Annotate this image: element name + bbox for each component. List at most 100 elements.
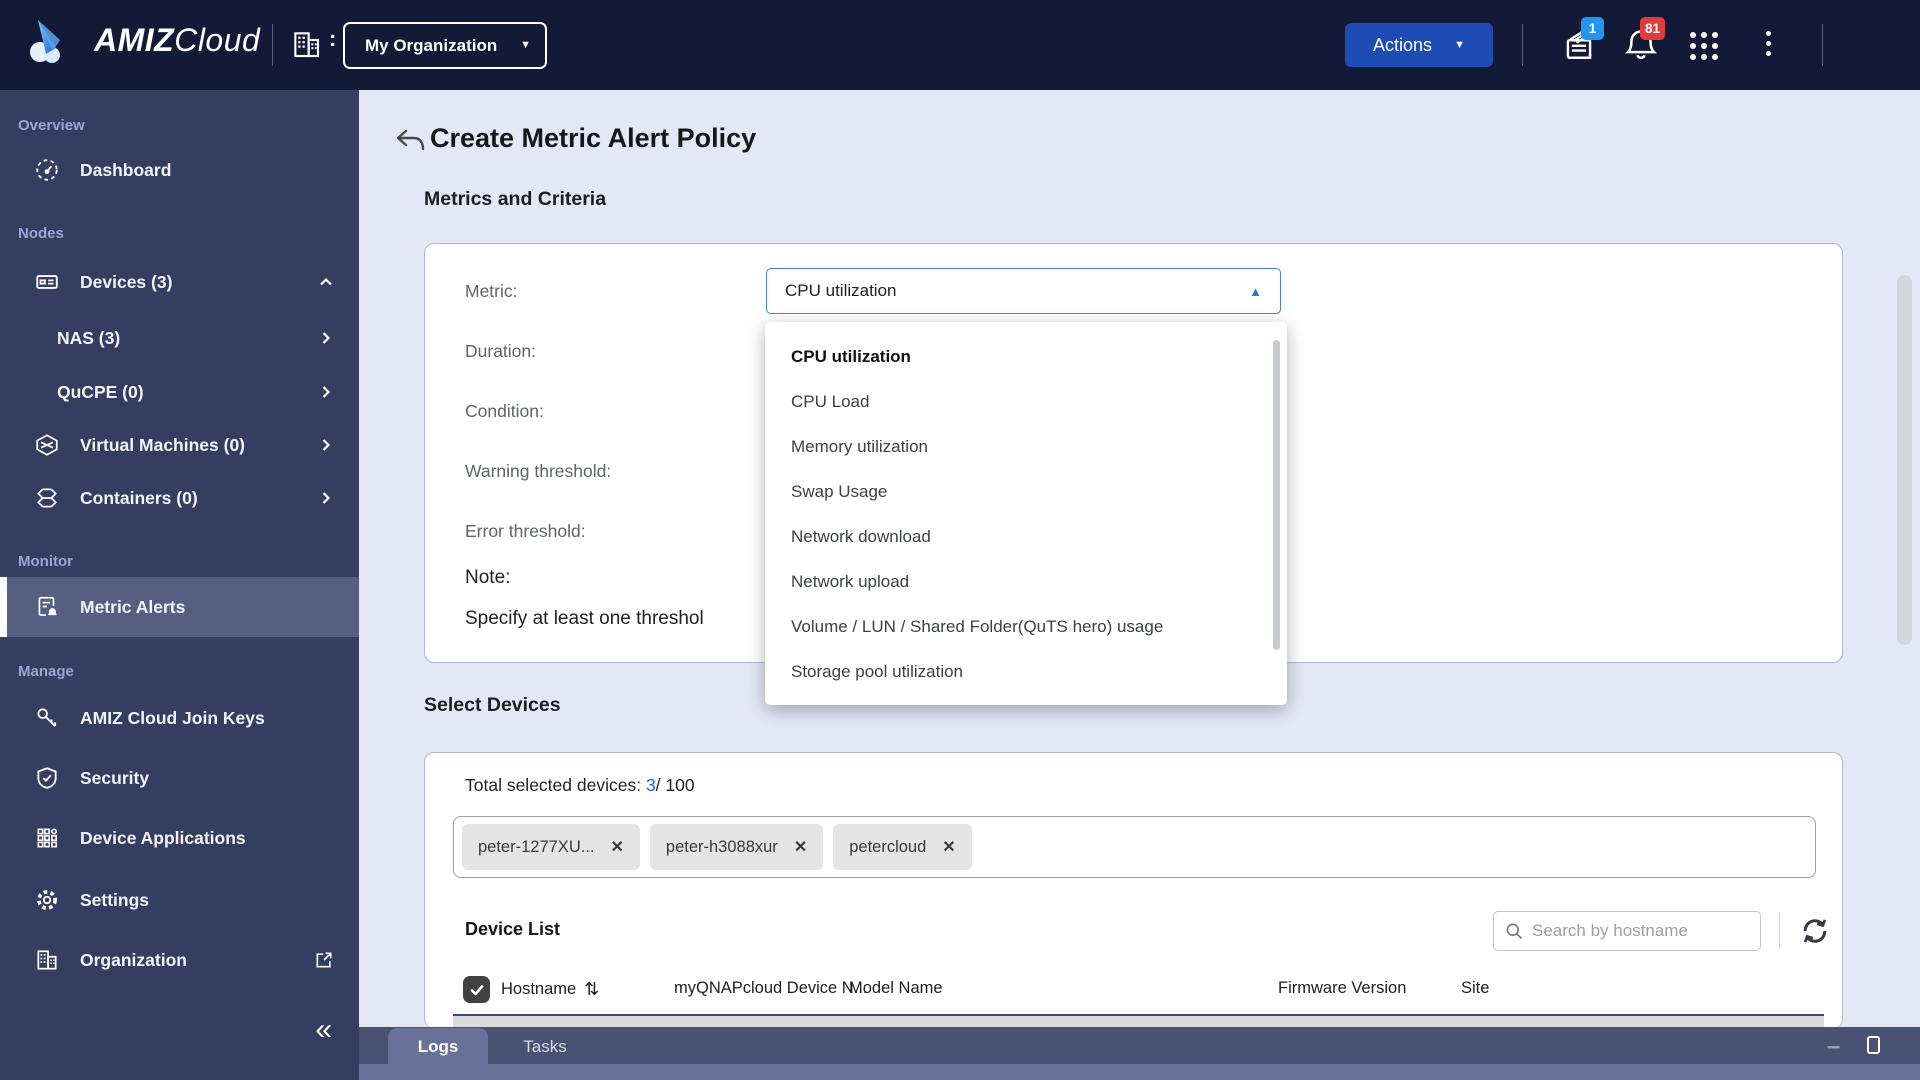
remove-chip-icon[interactable]: ✕ — [610, 837, 623, 857]
sidebar-item-label: Virtual Machines (0) — [80, 435, 245, 456]
tasks-count-badge: 1 — [1581, 17, 1604, 40]
remove-chip-icon[interactable]: ✕ — [794, 837, 807, 857]
actions-button[interactable]: Actions ▼ — [1345, 23, 1493, 67]
sidebar-item-qucpe[interactable]: QuCPE (0) — [0, 369, 359, 415]
maximize-panel-icon[interactable] — [1867, 1036, 1880, 1054]
organization-selector[interactable]: My Organization ▼ — [343, 22, 547, 69]
top-header-bar: AMIZCloud : My Organization ▼ Actions ▼ — [0, 0, 1920, 90]
search-input[interactable] — [1532, 921, 1750, 941]
org-colon: : — [329, 26, 336, 52]
section-label-monitor: Monitor — [18, 553, 73, 570]
sidebar-item-metric-alerts[interactable]: Metric Alerts — [0, 577, 359, 637]
metric-select[interactable]: CPU utilization ▲ — [766, 268, 1281, 314]
column-header-model-name[interactable]: Model Name — [849, 979, 943, 998]
sidebar-item-label: AMIZ Cloud Join Keys — [80, 708, 265, 729]
sidebar-item-label: QuCPE (0) — [57, 382, 144, 403]
note-label: Note: — [465, 567, 510, 589]
virtual-machine-icon — [33, 432, 60, 458]
building-icon — [33, 947, 60, 973]
sidebar-item-label: Security — [80, 768, 149, 789]
chip-label: petercloud — [849, 838, 926, 857]
page-title: Create Metric Alert Policy — [430, 123, 756, 154]
chevron-up-icon: ▲ — [1249, 284, 1262, 299]
dropdown-option-network-download[interactable]: Network download — [765, 514, 1287, 559]
column-header-firmware-version[interactable]: Firmware Version — [1278, 979, 1406, 998]
amiz-cloud-logo[interactable]: AMIZCloud — [26, 14, 260, 66]
column-header-site[interactable]: Site — [1461, 979, 1489, 998]
dropdown-option-network-upload[interactable]: Network upload — [765, 559, 1287, 604]
organization-building-icon — [290, 28, 322, 60]
dropdown-option-cpu-load[interactable]: CPU Load — [765, 379, 1287, 424]
metrics-criteria-heading: Metrics and Criteria — [424, 188, 606, 211]
sidebar-item-security[interactable]: Security — [0, 755, 359, 801]
total-selected-devices: Total selected devices: 3/ 100 — [465, 775, 695, 796]
sidebar-item-label: Dashboard — [80, 160, 171, 181]
chip-label: peter-h3088xur — [666, 838, 778, 857]
gear-icon — [33, 887, 60, 913]
sidebar-item-label: NAS (3) — [57, 328, 120, 349]
sidebar-item-nas[interactable]: NAS (3) — [0, 315, 359, 361]
chevron-right-icon — [318, 330, 334, 346]
tab-tasks[interactable]: Tasks — [509, 1028, 581, 1065]
toolbar-divider — [1779, 913, 1780, 949]
notifications-bell-icon[interactable]: 81 — [1622, 26, 1660, 64]
gauge-icon — [33, 157, 60, 183]
sidebar-collapse-button[interactable]: « — [315, 1015, 332, 1045]
dropdown-scrollbar[interactable] — [1273, 340, 1280, 650]
dropdown-option-swap-usage[interactable]: Swap Usage — [765, 469, 1287, 514]
actions-button-label: Actions — [1373, 35, 1432, 56]
sidebar-item-organization[interactable]: Organization — [0, 937, 359, 983]
back-arrow-icon[interactable] — [395, 128, 425, 154]
table-row-partial — [453, 1016, 1824, 1027]
task-log-icon[interactable]: 1 — [1560, 26, 1598, 64]
section-label-manage: Manage — [18, 663, 74, 680]
containers-icon — [33, 485, 60, 511]
header-divider — [1822, 24, 1823, 66]
minimize-panel-icon[interactable]: – — [1827, 1033, 1840, 1061]
cloud-bird-logo-icon — [26, 14, 84, 66]
section-label-overview: Overview — [18, 117, 85, 134]
dropdown-option-storage-pool[interactable]: Storage pool utilization — [765, 649, 1287, 694]
sidebar-item-virtual-machines[interactable]: Virtual Machines (0) — [0, 422, 359, 468]
page-scrollbar[interactable] — [1897, 275, 1912, 645]
sidebar-item-dashboard[interactable]: Dashboard — [0, 147, 359, 193]
apps-grid-icon[interactable] — [1690, 32, 1718, 60]
metric-label: Metric: — [465, 281, 518, 302]
sidebar-item-containers[interactable]: Containers (0) — [0, 475, 359, 521]
tab-logs[interactable]: Logs — [388, 1028, 488, 1065]
device-chip: peter-1277XU... ✕ — [462, 824, 640, 870]
external-link-icon — [314, 950, 334, 970]
metric-alert-icon — [33, 594, 60, 620]
refresh-icon[interactable] — [1797, 913, 1833, 949]
remove-chip-icon[interactable]: ✕ — [942, 837, 955, 857]
bottom-panel-strip — [359, 1064, 1920, 1080]
more-options-kebab-icon[interactable] — [1766, 31, 1771, 56]
sidebar-item-settings[interactable]: Settings — [0, 877, 359, 923]
chevron-right-icon — [318, 490, 334, 506]
selected-device-chips-box[interactable]: peter-1277XU... ✕ peter-h3088xur ✕ peter… — [453, 816, 1816, 878]
sidebar-item-amiz-cloud-join-keys[interactable]: AMIZ Cloud Join Keys — [0, 695, 359, 741]
dropdown-option-cpu-utilization[interactable]: CPU utilization — [765, 334, 1287, 379]
select-all-checkbox[interactable] — [463, 976, 490, 1003]
column-header-myqnapcloud-name[interactable]: myQNAPcloud Device N... — [674, 979, 867, 998]
metric-dropdown-menu: CPU utilization CPU Load Memory utilizat… — [765, 322, 1287, 705]
select-devices-heading: Select Devices — [424, 694, 561, 717]
sidebar-nav: Overview Dashboard Nodes Devices (3) NAS… — [0, 90, 359, 1080]
shield-check-icon — [33, 765, 60, 791]
chip-label: peter-1277XU... — [478, 838, 594, 857]
search-box — [1493, 911, 1761, 951]
dropdown-option-memory-utilization[interactable]: Memory utilization — [765, 424, 1287, 469]
device-list-heading: Device List — [465, 919, 560, 940]
chevron-down-icon: ▼ — [520, 40, 531, 51]
main-content: Create Metric Alert Policy Metrics and C… — [359, 90, 1920, 1027]
sidebar-item-devices[interactable]: Devices (3) — [0, 259, 359, 305]
column-header-hostname[interactable]: Hostname ⇅ — [501, 979, 599, 1000]
section-label-nodes: Nodes — [18, 225, 64, 242]
logo-text: AMIZCloud — [94, 22, 260, 59]
sidebar-item-device-applications[interactable]: Device Applications — [0, 815, 359, 861]
sort-icon[interactable]: ⇅ — [584, 979, 599, 1000]
sidebar-item-label: Devices (3) — [80, 272, 172, 293]
sidebar-item-label: Settings — [80, 890, 149, 911]
dropdown-option-volume-usage[interactable]: Volume / LUN / Shared Folder(QuTS hero) … — [765, 604, 1287, 649]
chevron-up-icon — [318, 274, 334, 290]
